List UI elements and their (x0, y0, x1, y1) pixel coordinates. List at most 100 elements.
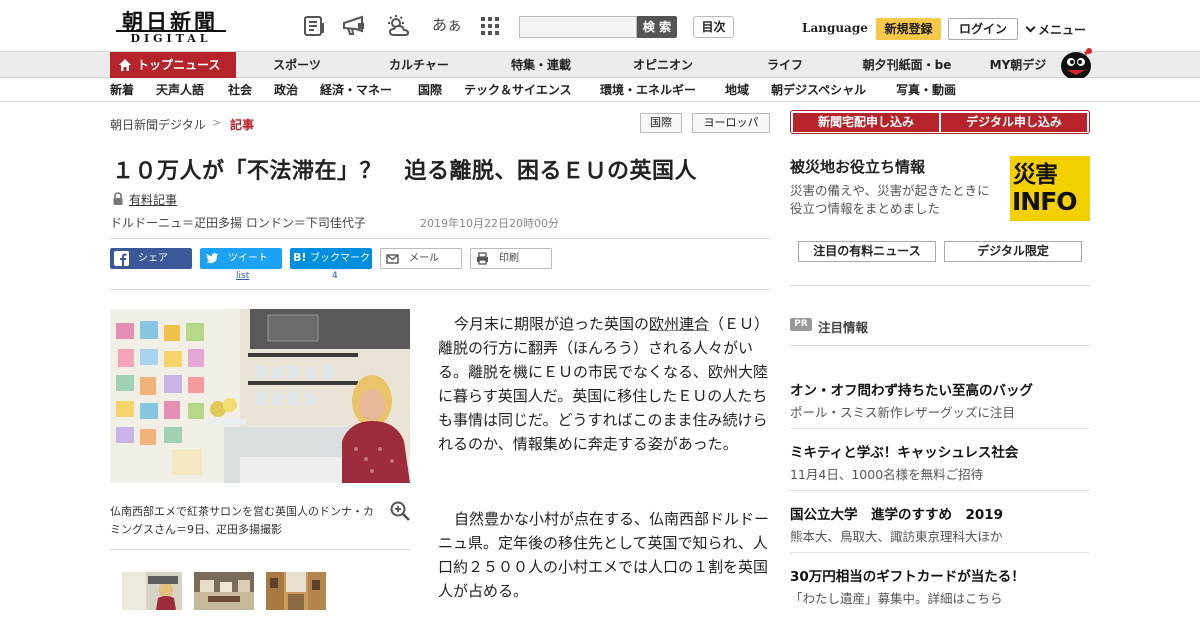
print-label: 印刷 (499, 253, 519, 264)
nav-society[interactable]: 社会 (228, 78, 252, 102)
breadcrumb-home[interactable]: 朝日新聞デジタル (110, 116, 206, 133)
mail-share-button[interactable]: メール (380, 248, 462, 269)
divider (790, 490, 1090, 491)
divider (790, 428, 1090, 429)
divider (790, 285, 1090, 286)
facebook-share-label: シェア (138, 253, 168, 264)
pr-item-title[interactable]: オン・オフ問わず持ちたい至高のバッグ (790, 379, 1033, 399)
twitter-share-button[interactable]: ツイート (200, 248, 282, 269)
breadcrumb-current: 記事 (230, 118, 255, 132)
weather-icon[interactable] (386, 14, 410, 38)
article-paragraph: 今月末に期限が迫った英国の欧州連合（ＥＵ）離脱の行方に翻弄（ほんろう）される人々… (438, 312, 774, 456)
toc-button[interactable]: 目次 (693, 16, 734, 38)
twitter-icon (205, 253, 218, 264)
chevron-down-icon (1025, 22, 1036, 33)
disaster-info-title[interactable]: 被災地お役立ち情報 (790, 156, 925, 177)
login-button[interactable]: ログイン (948, 18, 1018, 40)
divider (790, 552, 1090, 553)
facebook-share-button[interactable]: シェア (110, 248, 192, 269)
nav-tech-science[interactable]: テック＆サイエンス (464, 78, 572, 102)
disaster-info-description[interactable]: 災害の備えや、災害が起きたときに役立つ情報をまとめました (790, 182, 1002, 218)
photo-thumbnail[interactable] (266, 572, 326, 610)
byline: ドルドーニュ＝疋田多揚 ロンドン＝下司佳代子 (110, 216, 366, 230)
nav-top-label: トップニュース (137, 58, 221, 72)
paid-news-button[interactable]: 注目の有料ニュース (798, 241, 936, 262)
eu-link[interactable]: 欧州連合 (649, 315, 709, 333)
nav-region[interactable]: 地域 (725, 78, 749, 102)
hatena-bookmark-button[interactable]: B! ブックマーク (290, 248, 372, 269)
font-size-icon[interactable]: あぁ (432, 14, 462, 35)
photo-thumbnail[interactable] (194, 572, 254, 610)
pr-heading: 注目情報 (818, 320, 869, 335)
register-button[interactable]: 新規登録 (876, 18, 941, 40)
print-icon (477, 252, 488, 265)
hatena-count[interactable]: 4 (332, 271, 338, 281)
disaster-logo-bottom: INFO (1012, 187, 1078, 216)
menu-button[interactable]: メニュー (1025, 21, 1087, 38)
facebook-icon (114, 251, 129, 266)
disaster-logo-top: 災害 (1013, 162, 1058, 188)
mail-icon (386, 254, 399, 264)
paragraph-text: 自然豊かな小村が点在する、仏南西部ドルドーニュ県。定年後の移住先として英国で知ら… (438, 510, 770, 600)
pr-item-title[interactable]: 30万円相当のギフトカードが当たる！ (790, 565, 1025, 585)
menu-label: メニュー (1038, 23, 1087, 37)
nav-economy[interactable]: 経済・マネー (320, 78, 392, 102)
nav-sports[interactable]: スポーツ (262, 52, 332, 78)
paid-article-label[interactable]: 有料記事 (129, 191, 177, 208)
subscribe-paper-button[interactable]: 新聞宅配申し込み (793, 113, 939, 132)
subscribe-digital-button[interactable]: デジタル申し込み (941, 113, 1087, 132)
print-button[interactable]: 印刷 (470, 248, 552, 269)
tag-europe[interactable]: ヨーロッパ (692, 113, 770, 133)
pr-badge: PR (790, 318, 812, 331)
twitter-count[interactable]: list (236, 271, 249, 281)
home-icon (119, 59, 131, 71)
paragraph-text: 今月末に期限が迫った英国の (454, 315, 650, 333)
divider (110, 238, 770, 239)
tag-international[interactable]: 国際 (640, 113, 682, 133)
pr-item-title[interactable]: 国公立大学 進学のすすめ 2019 (790, 503, 1003, 523)
article-title: １０万人が「不法滞在」？ 迫る離脱、困るＥＵの英国人 (112, 159, 698, 184)
article-paragraph: 自然豊かな小村が点在する、仏南西部ドルドーニュ県。定年後の移住先として英国で知ら… (438, 507, 774, 603)
twitter-share-label: ツイート (228, 253, 268, 264)
nav-newspaper[interactable]: 朝夕刊紙面・be (854, 52, 960, 78)
nav-special[interactable]: 朝デジスペシャル (771, 78, 866, 102)
megaphone-icon[interactable] (342, 14, 366, 38)
divider (790, 345, 1090, 346)
language-link[interactable]: Language (802, 21, 868, 35)
digital-only-button[interactable]: デジタル限定 (944, 241, 1082, 262)
nav-top-news[interactable]: トップニュース (110, 52, 236, 78)
nav-opinion[interactable]: オピニオン (622, 52, 704, 78)
search-input[interactable] (519, 16, 637, 38)
logo-sub[interactable]: DIGITAL (116, 30, 226, 46)
photo-thumbnail[interactable] (122, 572, 182, 610)
newspaper-icon[interactable] (302, 14, 326, 38)
nav-politics[interactable]: 政治 (274, 78, 298, 102)
nav-photo-video[interactable]: 写真・動画 (896, 78, 956, 102)
nav-international[interactable]: 国際 (418, 78, 442, 102)
photo-caption: 仏南西部エメで紅茶サロンを営む英国人のドンナ・カミングスさん＝9日、疋田多揚撮影 (110, 505, 374, 536)
pr-item-title[interactable]: ミキティと学ぶ！キャッシュレス社会 (790, 441, 1018, 461)
pr-item-subtitle[interactable]: 「わたし遺産」募集中。詳細はこちら (790, 588, 1003, 607)
article-date: 2019年10月22日20時00分 (420, 217, 559, 230)
mascot-icon[interactable] (1058, 44, 1094, 80)
lock-icon (113, 192, 123, 205)
nav-latest[interactable]: 新着 (110, 78, 134, 102)
grid-icon[interactable] (478, 14, 502, 38)
pr-item-subtitle[interactable]: 11月4日、1000名様を無料ご招待 (790, 464, 983, 483)
search-button[interactable]: 検 索 (637, 16, 677, 38)
pr-item-subtitle[interactable]: ポール・スミス新作レザーグッズに注目 (790, 402, 1015, 421)
nav-environment[interactable]: 環境・エネルギー (600, 78, 696, 102)
article-photo[interactable] (110, 309, 410, 483)
nav-features[interactable]: 特集・連載 (500, 52, 582, 78)
nav-life[interactable]: ライフ (754, 52, 816, 78)
mail-share-label: メール (409, 253, 439, 264)
pr-item-subtitle[interactable]: 熊本大、鳥取大、諏訪東京理科大ほか (790, 526, 1003, 545)
divider (110, 289, 770, 290)
divider (110, 549, 410, 550)
nav-culture[interactable]: カルチャー (378, 52, 460, 78)
zoom-icon[interactable] (389, 500, 411, 522)
paragraph-text: （ＥＵ）離脱の行方に翻弄（ほんろう）される人々がいる。離脱を機にＥＵの市民でなく… (438, 315, 770, 453)
nav-tensei-jingo[interactable]: 天声人語 (156, 78, 204, 102)
nav-my-asahi[interactable]: MY朝デジ (982, 52, 1054, 78)
disaster-info-logo[interactable]: 災害 INFO (1010, 156, 1090, 221)
